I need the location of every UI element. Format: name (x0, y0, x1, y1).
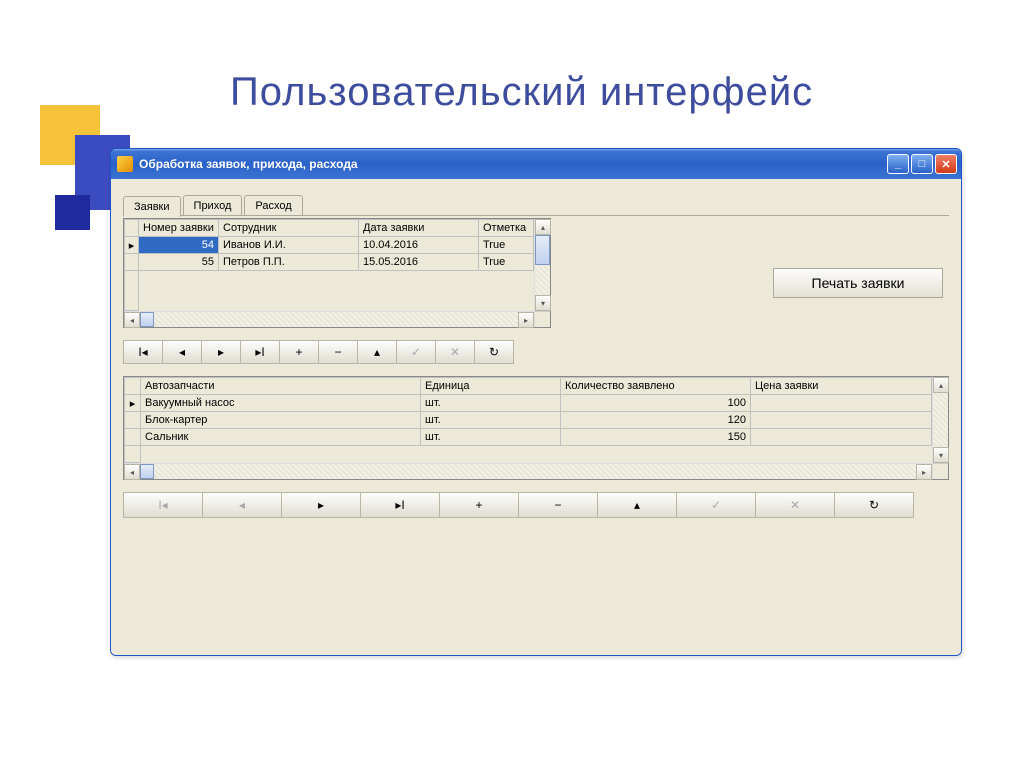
scroll-left-icon[interactable]: ◂ (124, 312, 140, 328)
grid2-header-part[interactable]: Автозапчасти (141, 378, 421, 395)
tab-strip: Заявки Приход Расход (123, 195, 949, 216)
tab-expense[interactable]: Расход (244, 195, 302, 216)
grid1-vscroll[interactable]: ▴ ▾ (534, 219, 550, 327)
nav-delete-button[interactable]: − (318, 340, 358, 364)
print-request-button[interactable]: Печать заявки (773, 268, 943, 298)
tab-income[interactable]: Приход (183, 195, 243, 216)
app-window: Обработка заявок, прихода, расхода _ □ ✕… (110, 148, 962, 656)
nav-last-button[interactable]: ▸І (240, 340, 280, 364)
minimize-button[interactable]: _ (887, 154, 909, 174)
grid1-cell[interactable]: True (479, 254, 534, 271)
scroll-right-icon[interactable]: ▸ (916, 464, 932, 480)
grid2-cell[interactable]: 120 (561, 412, 751, 429)
grid2-row[interactable]: Блок-картер шт. 120 (125, 412, 932, 429)
scroll-up-icon[interactable]: ▴ (535, 219, 551, 235)
grid2-corner (125, 378, 141, 395)
decor-square-blue-2 (55, 195, 90, 230)
grid1-cell[interactable]: 54 (139, 237, 219, 254)
requests-grid[interactable]: Номер заявки Сотрудник Дата заявки Отмет… (123, 218, 551, 328)
grid1-cell[interactable]: 15.05.2016 (359, 254, 479, 271)
grid2-cell[interactable] (751, 429, 932, 446)
nav2-refresh-button[interactable]: ↻ (834, 492, 914, 518)
grid2-cell[interactable]: Блок-картер (141, 412, 421, 429)
tab-requests[interactable]: Заявки (123, 196, 181, 217)
grid1-corner (125, 220, 139, 237)
grid2-header-qty[interactable]: Количество заявлено (561, 378, 751, 395)
navigator-top: І◂ ◂ ▸ ▸І + − ▴ ✓ ✕ ↻ (123, 340, 949, 364)
nav2-delete-button[interactable]: − (518, 492, 598, 518)
grid2-cell[interactable]: шт. (421, 429, 561, 446)
nav-next-button[interactable]: ▸ (201, 340, 241, 364)
scroll-up-icon[interactable]: ▴ (933, 377, 949, 393)
grid2-cell[interactable]: 150 (561, 429, 751, 446)
nav2-next-button[interactable]: ▸ (281, 492, 361, 518)
parts-grid[interactable]: Автозапчасти Единица Количество заявлено… (123, 376, 949, 480)
grid1-cell[interactable]: True (479, 237, 534, 254)
grid2-cell[interactable]: Вакуумный насос (141, 395, 421, 412)
grid2-cell[interactable] (751, 395, 932, 412)
client-area: Заявки Приход Расход Номер заявки Сотруд… (111, 179, 961, 655)
grid1-cell[interactable]: Иванов И.И. (219, 237, 359, 254)
scroll-down-icon[interactable]: ▾ (535, 295, 551, 311)
nav-edit-button[interactable]: ▴ (357, 340, 397, 364)
grid2-header-unit[interactable]: Единица (421, 378, 561, 395)
grid1-row[interactable]: ▸ 54 Иванов И.И. 10.04.2016 True (125, 237, 534, 254)
nav-prev-button[interactable]: ◂ (162, 340, 202, 364)
scroll-left-icon[interactable]: ◂ (124, 464, 140, 480)
window-title: Обработка заявок, прихода, расхода (139, 157, 358, 171)
nav2-add-button[interactable]: + (439, 492, 519, 518)
nav2-prev-button[interactable]: ◂ (202, 492, 282, 518)
nav-first-button[interactable]: І◂ (123, 340, 163, 364)
nav-post-button[interactable]: ✓ (396, 340, 436, 364)
grid1-header-mark[interactable]: Отметка (479, 220, 534, 237)
slide-title: Пользовательский интерфейс (230, 70, 813, 115)
grid1-header-number[interactable]: Номер заявки (139, 220, 219, 237)
scroll-down-icon[interactable]: ▾ (933, 447, 949, 463)
grid1-cell[interactable]: 10.04.2016 (359, 237, 479, 254)
grid1-cell[interactable]: Петров П.П. (219, 254, 359, 271)
grid2-cell[interactable]: шт. (421, 412, 561, 429)
scroll-right-icon[interactable]: ▸ (518, 312, 534, 328)
nav2-last-button[interactable]: ▸І (360, 492, 440, 518)
grid2-row[interactable]: ▸ Вакуумный насос шт. 100 (125, 395, 932, 412)
grid2-cell[interactable]: 100 (561, 395, 751, 412)
row-indicator-icon (125, 254, 139, 271)
nav2-first-button[interactable]: І◂ (123, 492, 203, 518)
grid2-row[interactable]: Сальник шт. 150 (125, 429, 932, 446)
grid1-header-date[interactable]: Дата заявки (359, 220, 479, 237)
titlebar[interactable]: Обработка заявок, прихода, расхода _ □ ✕ (111, 149, 961, 179)
grid1-row[interactable]: 55 Петров П.П. 15.05.2016 True (125, 254, 534, 271)
grid2-cell[interactable]: Сальник (141, 429, 421, 446)
grid2-header-price[interactable]: Цена заявки (751, 378, 932, 395)
row-indicator-icon: ▸ (125, 237, 139, 254)
grid1-hscroll[interactable]: ◂ ▸ (124, 311, 534, 327)
grid1-cell[interactable]: 55 (139, 254, 219, 271)
nav-refresh-button[interactable]: ↻ (474, 340, 514, 364)
nav-cancel-button[interactable]: ✕ (435, 340, 475, 364)
nav2-edit-button[interactable]: ▴ (597, 492, 677, 518)
grid2-hscroll[interactable]: ◂ ▸ (124, 463, 932, 479)
close-button[interactable]: ✕ (935, 154, 957, 174)
grid2-cell[interactable]: шт. (421, 395, 561, 412)
navigator-bottom: І◂ ◂ ▸ ▸І + − ▴ ✓ ✕ ↻ (123, 492, 949, 518)
grid1-header-employee[interactable]: Сотрудник (219, 220, 359, 237)
app-icon (117, 156, 133, 172)
maximize-button[interactable]: □ (911, 154, 933, 174)
nav2-cancel-button[interactable]: ✕ (755, 492, 835, 518)
nav2-post-button[interactable]: ✓ (676, 492, 756, 518)
grid2-cell[interactable] (751, 412, 932, 429)
row-indicator-icon: ▸ (125, 395, 141, 412)
nav-add-button[interactable]: + (279, 340, 319, 364)
grid2-vscroll[interactable]: ▴ ▾ (932, 377, 948, 479)
